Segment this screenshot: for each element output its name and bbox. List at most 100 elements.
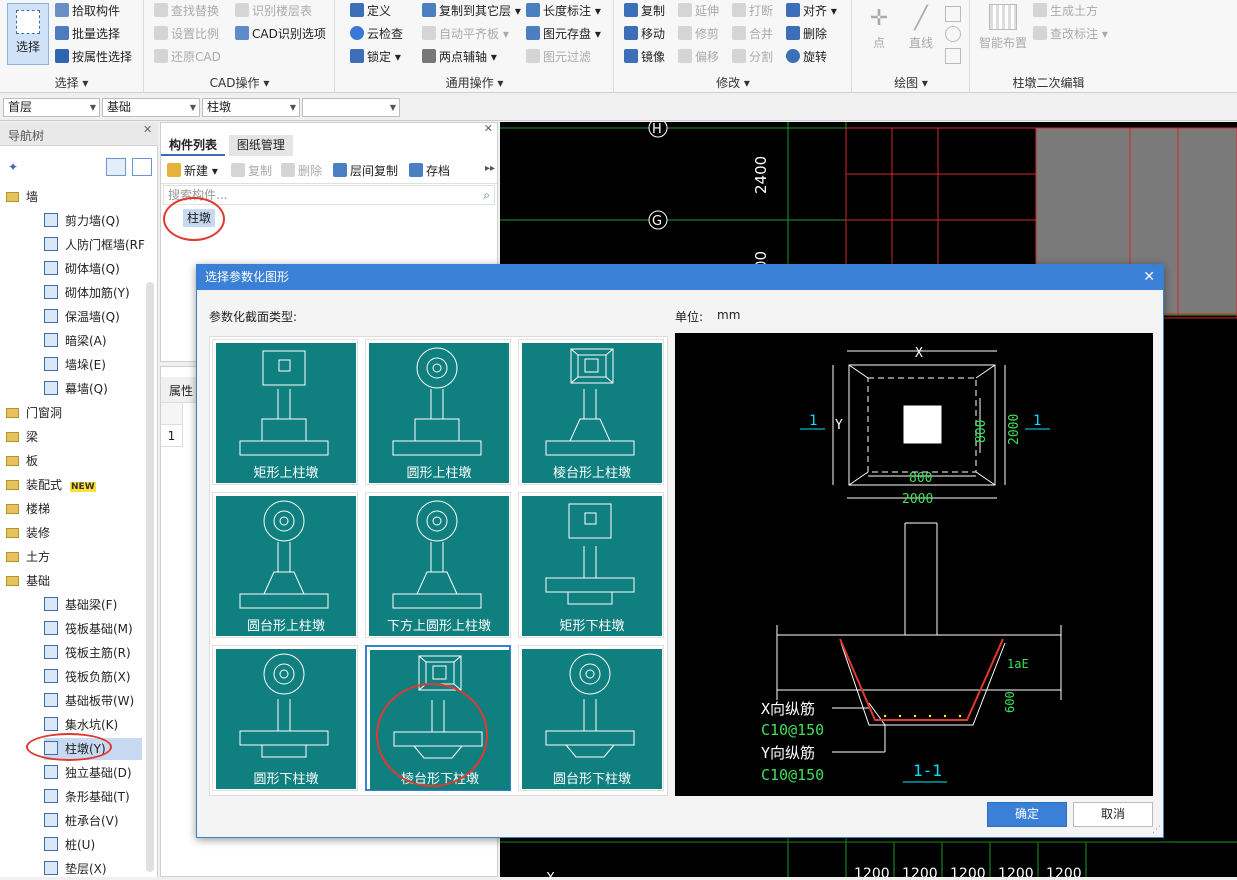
point-button[interactable]: ✛ 点 (861, 4, 897, 51)
batch-select-button[interactable]: 批量选择 (55, 24, 120, 44)
list-view-icon[interactable] (106, 158, 126, 176)
nav-item[interactable]: 基础梁(F) (44, 594, 117, 616)
set-scale-button[interactable]: 设置比例 (154, 24, 219, 44)
component-select[interactable]: ▼ (302, 98, 400, 117)
rect-draw-icon[interactable] (945, 6, 961, 22)
check-annotation-button[interactable]: 查改标注 ▾ (1033, 24, 1108, 44)
shape-option[interactable]: 圆台形下柱墩 (518, 645, 664, 791)
close-icon[interactable]: ✕ (484, 122, 493, 135)
nav-item[interactable]: 砌体加筋(Y) (44, 282, 130, 304)
line-icon: ╱ (914, 6, 928, 31)
rotate-button[interactable]: 旋转 (786, 47, 827, 67)
auto-flush-button[interactable]: 自动平齐板 ▾ (422, 24, 509, 44)
chevron-down-icon: ▼ (389, 103, 396, 112)
floor-select[interactable]: 首层 ▼ (3, 98, 100, 117)
nav-item[interactable]: 独立基础(D) (44, 762, 132, 784)
nav-folder[interactable]: 墙 (6, 186, 38, 208)
rebar-dots (883, 714, 962, 718)
lock-button[interactable]: 锁定 ▾ (350, 47, 401, 67)
length-dim-button[interactable]: 长度标注 ▾ (526, 1, 601, 21)
nav-item[interactable]: 筏板主筋(R) (44, 642, 131, 664)
mirror-button[interactable]: 镜像 (624, 47, 665, 67)
copy-component-button[interactable]: 复制 (231, 161, 272, 181)
shape-option[interactable]: 圆形上柱墩 (365, 339, 511, 485)
generate-earth-button[interactable]: 生成土方 (1033, 1, 1098, 21)
nav-item[interactable]: 保温墙(Q) (44, 306, 120, 328)
cloud-check-button[interactable]: 云检查 (350, 24, 403, 44)
save-element-button[interactable]: 图元存盘 ▾ (526, 24, 601, 44)
circle-draw-icon[interactable] (945, 26, 961, 42)
nav-folder[interactable]: 装修 (6, 522, 50, 544)
merge-button[interactable]: 合并 (732, 24, 773, 44)
shape-option[interactable]: 矩形下柱墩 (518, 492, 664, 638)
identify-floor-button[interactable]: 识别楼层表 (235, 1, 312, 21)
more-icon[interactable]: ▸▸ (485, 163, 495, 174)
smart-layout-button[interactable]: 智能布置 (977, 4, 1029, 51)
nav-scrollbar[interactable] (146, 282, 154, 872)
archive-button[interactable]: 存档 (409, 161, 450, 181)
nav-folder[interactable]: 土方 (6, 546, 50, 568)
category-select[interactable]: 基础 ▼ (102, 98, 200, 117)
nav-item[interactable]: 剪力墙(Q) (44, 210, 120, 232)
find-replace-button[interactable]: 查找替换 (154, 1, 219, 21)
nav-folder[interactable]: 装配式 NEW (6, 474, 96, 496)
resize-grip-icon[interactable]: ⋰ (1152, 825, 1161, 835)
copy-button[interactable]: 复制 (624, 1, 665, 21)
delete-button[interactable]: 删除 (786, 24, 827, 44)
tab-component-list[interactable]: 构件列表 (161, 135, 226, 156)
delete-component-button[interactable]: 删除 (281, 161, 322, 181)
align-button[interactable]: 对齐 ▾ (786, 1, 837, 21)
nav-item[interactable]: 筏板负筋(X) (44, 666, 131, 688)
define-button[interactable]: 定义 (350, 1, 391, 21)
type-select[interactable]: 柱墩 ▼ (202, 98, 300, 117)
break-button[interactable]: 打断 (732, 1, 773, 21)
select-by-attr-button[interactable]: 按属性选择 (55, 47, 132, 67)
nav-folder[interactable]: 门窗洞 (6, 402, 62, 424)
nav-folder[interactable]: 梁 (6, 426, 38, 448)
find-icon (154, 3, 168, 17)
select-button[interactable]: 选择 (7, 3, 49, 65)
close-icon[interactable]: ✕ (1143, 265, 1155, 290)
cancel-button[interactable]: 取消 (1073, 802, 1153, 827)
nav-item[interactable]: 幕墙(Q) (44, 378, 108, 400)
select-icon (16, 10, 40, 34)
nav-item[interactable]: 桩(U) (44, 834, 95, 856)
nav-folder[interactable]: 基础 (6, 570, 50, 592)
nav-item[interactable]: 筏板基础(M) (44, 618, 133, 640)
ok-button[interactable]: 确定 (987, 802, 1067, 827)
shape-option[interactable]: 棱台形上柱墩 (518, 339, 664, 485)
copy-to-floor-button[interactable]: 复制到其它层 ▾ (422, 1, 521, 21)
line-button[interactable]: ╱ 直线 (903, 4, 939, 51)
floor-copy-button[interactable]: 层间复制 (333, 161, 398, 181)
pick-component-button[interactable]: 拾取构件 (55, 1, 120, 21)
shape-option[interactable]: 圆台形上柱墩 (212, 492, 358, 638)
restore-cad-button[interactable]: 还原CAD (154, 47, 221, 67)
nav-folder[interactable]: 板 (6, 450, 38, 472)
trim-button[interactable]: 修剪 (678, 24, 719, 44)
new-button[interactable]: 新建 ▾ (167, 161, 218, 181)
polyline-draw-icon[interactable] (945, 48, 961, 64)
close-icon[interactable]: ✕ (143, 123, 152, 136)
shape-option[interactable]: 矩形上柱墩 (212, 339, 358, 485)
tree-view-icon[interactable] (132, 158, 152, 176)
split-button[interactable]: 分割 (732, 47, 773, 67)
tab-drawing-manage[interactable]: 图纸管理 (228, 135, 293, 156)
nav-item[interactable]: 基础板带(W) (44, 690, 134, 712)
nav-item[interactable]: 人防门框墙(RF (44, 234, 145, 256)
nav-folder[interactable]: 楼梯 (6, 498, 50, 520)
offset-button[interactable]: 偏移 (678, 47, 719, 67)
expand-icon[interactable]: ✦ (8, 160, 18, 174)
nav-item[interactable]: 条形基础(T) (44, 786, 130, 808)
extend-button[interactable]: 延伸 (678, 1, 719, 21)
nav-item[interactable]: 墙垛(E) (44, 354, 106, 376)
cad-options-button[interactable]: CAD识别选项 (235, 24, 326, 44)
nav-item[interactable]: 砌体墙(Q) (44, 258, 120, 280)
shape-option[interactable]: 圆形下柱墩 (212, 645, 358, 791)
nav-item[interactable]: 桩承台(V) (44, 810, 119, 832)
filter-button[interactable]: 图元过滤 (526, 47, 591, 67)
nav-item[interactable]: 暗梁(A) (44, 330, 107, 352)
move-button[interactable]: 移动 (624, 24, 665, 44)
two-point-axis-button[interactable]: 两点辅轴 ▾ (422, 47, 497, 67)
shape-option[interactable]: 下方上圆形上柱墩 (365, 492, 511, 638)
property-corner (161, 403, 183, 425)
